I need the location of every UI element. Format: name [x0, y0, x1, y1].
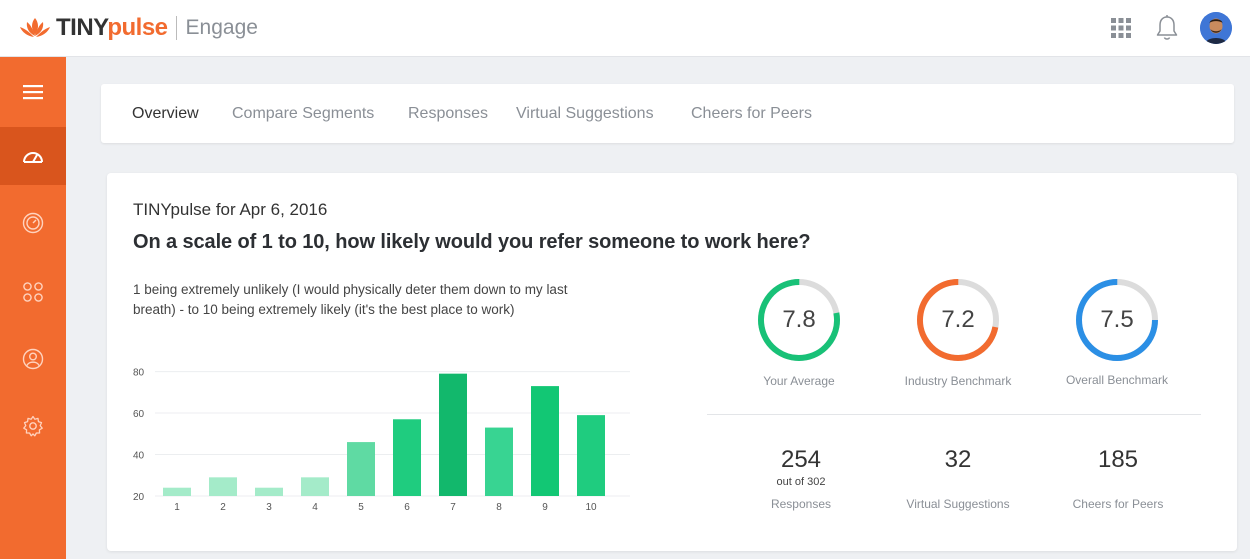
header-actions [1108, 11, 1232, 45]
x-tick-label: 2 [220, 502, 226, 513]
bar-rating-2[interactable] [209, 477, 237, 496]
sidebar-item-profile[interactable] [0, 330, 66, 388]
x-tick-label: 9 [542, 502, 548, 513]
tab-overview[interactable]: Overview [132, 84, 199, 143]
gauge-label: Overall Benchmark [1065, 373, 1169, 387]
tab-cheers-for-peers[interactable]: Cheers for Peers [691, 84, 812, 143]
user-photo-icon [1200, 12, 1232, 44]
bar-rating-1[interactable] [163, 487, 191, 496]
x-tick-label: 5 [358, 502, 364, 513]
gauge-value: 7.2 [941, 306, 975, 333]
brand-name: TINYpulse [56, 14, 168, 41]
bell-icon[interactable] [1154, 15, 1180, 41]
stat-virtual-suggestions-value: 32 [944, 446, 972, 473]
x-tick-label: 3 [266, 502, 272, 513]
gauge-label: Industry Benchmark [904, 374, 1012, 388]
bar-rating-4[interactable] [301, 477, 329, 496]
user-icon [22, 348, 44, 370]
lotus-logo-icon [20, 18, 50, 37]
bar-rating-8[interactable] [485, 427, 513, 496]
x-tick-label: 1 [174, 502, 180, 513]
stat-cheers-value: 185 [1097, 446, 1139, 473]
y-tick-label: 40 [133, 451, 145, 462]
brand-divider [175, 16, 177, 40]
response-distribution-chart: 20 40 60 80 1 2 3 4 5 6 7 8 9 10 [133, 368, 630, 513]
settings-icon [23, 415, 43, 437]
bar-rating-3[interactable] [255, 487, 283, 496]
gauge-icon [22, 212, 44, 234]
bar-rating-5[interactable] [347, 442, 375, 496]
section-divider [707, 414, 1201, 415]
gauge-your-average: 7.8 [757, 278, 841, 362]
stat-responses-total: out of 302 [776, 476, 826, 488]
gauge-value: 7.8 [782, 306, 816, 333]
x-tick-label: 7 [450, 502, 456, 513]
x-tick-label: 4 [312, 502, 318, 513]
tab-bar: Overview Compare Segments Responses Virt… [101, 84, 1234, 143]
tab-compare-segments[interactable]: Compare Segments [232, 84, 374, 143]
y-tick-label: 60 [133, 409, 145, 420]
bar-rating-9[interactable] [531, 386, 559, 496]
bar-rating-7[interactable] [439, 373, 467, 496]
x-tick-label: 8 [496, 502, 502, 513]
gauge-value: 7.5 [1100, 306, 1134, 333]
groups-icon [23, 282, 43, 302]
x-tick-label: 6 [404, 502, 410, 513]
y-tick-label: 20 [133, 492, 145, 503]
gauge-overall-benchmark: 7.5 [1075, 278, 1159, 362]
gauge-label: Your Average [763, 374, 835, 388]
stat-responses-label[interactable]: Responses [721, 497, 881, 511]
bar-rating-6[interactable] [393, 419, 421, 496]
sidebar-item-settings[interactable] [0, 397, 66, 455]
pulse-summary-card: TINYpulse for Apr 6, 2016 On a scale of … [107, 173, 1237, 551]
tab-responses[interactable]: Responses [408, 84, 488, 143]
question-description: 1 being extremely unlikely (I would phys… [133, 282, 568, 317]
top-header: TINYpulse Engage [0, 0, 1250, 57]
bar-rating-10[interactable] [577, 415, 605, 496]
dashboard-icon [23, 152, 43, 163]
tab-virtual-suggestions[interactable]: Virtual Suggestions [516, 84, 654, 143]
stat-responses-value: 254 [780, 446, 822, 473]
stat-cheers-label[interactable]: Cheers for Peers [1038, 497, 1198, 511]
user-avatar[interactable] [1200, 12, 1232, 44]
menu-button[interactable] [0, 63, 66, 121]
y-tick-label: 80 [133, 368, 145, 379]
gauge-industry-benchmark: 7.2 [916, 278, 1000, 362]
hamburger-icon [23, 85, 43, 100]
x-tick-label: 10 [585, 502, 597, 513]
apps-grid-icon[interactable] [1108, 15, 1134, 41]
pulse-date-title: TINYpulse for Apr 6, 2016 [133, 200, 328, 219]
sidebar-item-pulse[interactable] [0, 194, 66, 252]
pulse-question: On a scale of 1 to 10, how likely would … [133, 231, 811, 253]
brand-logo[interactable]: TINYpulse Engage [18, 13, 258, 43]
stat-virtual-suggestions-label[interactable]: Virtual Suggestions [878, 497, 1038, 511]
sidebar-item-groups[interactable] [0, 263, 66, 321]
sidebar [0, 57, 66, 559]
product-name: Engage [185, 16, 258, 39]
sidebar-item-dashboard[interactable] [0, 127, 66, 185]
